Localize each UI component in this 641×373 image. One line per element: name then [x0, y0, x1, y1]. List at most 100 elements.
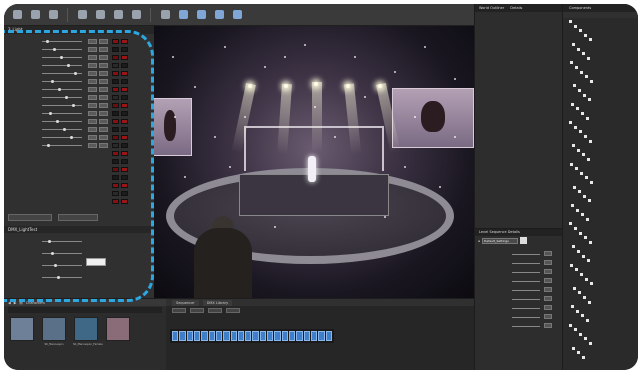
key-button[interactable]: [99, 87, 108, 92]
keyframe[interactable]: [230, 331, 237, 341]
slider-handle[interactable]: [74, 72, 77, 75]
setting-button[interactable]: [544, 287, 552, 292]
slider-handle[interactable]: [47, 144, 50, 147]
tree-row[interactable]: [574, 328, 578, 332]
keyframe[interactable]: [281, 331, 288, 341]
keyframe[interactable]: [318, 331, 325, 341]
tree-row[interactable]: [572, 346, 576, 351]
reset-button[interactable]: [88, 95, 97, 100]
tree-row[interactable]: [579, 332, 583, 337]
tree-row[interactable]: [586, 217, 590, 222]
tree-row[interactable]: [588, 199, 592, 203]
slider-handle[interactable]: [72, 104, 75, 107]
color-swatch[interactable]: [112, 39, 119, 44]
outliner-search-input[interactable]: [481, 15, 556, 20]
property-slider[interactable]: [42, 264, 82, 267]
color-swatch[interactable]: [121, 143, 128, 148]
slider-handle[interactable]: [48, 240, 51, 243]
level-viewport[interactable]: [154, 26, 474, 298]
tree-row[interactable]: [570, 162, 574, 167]
tree-row[interactable]: [589, 342, 593, 346]
keyframe[interactable]: [193, 331, 201, 341]
tree-row[interactable]: [590, 282, 594, 286]
tree-row[interactable]: [571, 204, 575, 208]
asset-thumbnail[interactable]: [106, 317, 130, 341]
color-swatch[interactable]: [121, 71, 128, 76]
keyframe[interactable]: [252, 331, 259, 341]
color-swatch[interactable]: [112, 103, 119, 108]
tree-row[interactable]: [570, 263, 574, 268]
reset-button[interactable]: [88, 39, 97, 44]
color-swatch[interactable]: [121, 39, 128, 44]
color-swatch[interactable]: [121, 159, 128, 164]
color-swatch[interactable]: [121, 119, 128, 124]
tree-row[interactable]: [587, 158, 591, 162]
reset-button[interactable]: [88, 63, 97, 68]
key-button[interactable]: [99, 71, 108, 76]
color-swatch[interactable]: [121, 199, 128, 204]
reset-button[interactable]: [88, 135, 97, 140]
tree-row[interactable]: [577, 351, 581, 355]
reset-button[interactable]: [88, 55, 97, 60]
key-button[interactable]: [99, 39, 108, 44]
tree-row[interactable]: [579, 130, 583, 134]
keyframe[interactable]: [259, 331, 267, 341]
color-swatch[interactable]: [121, 87, 128, 92]
tree-row[interactable]: [580, 70, 584, 75]
color-swatch[interactable]: [112, 183, 119, 188]
tree-row[interactable]: [572, 144, 576, 148]
tree-row[interactable]: [589, 240, 593, 245]
key-button[interactable]: [99, 135, 108, 140]
tree-row[interactable]: [573, 84, 577, 88]
launch-button[interactable]: [230, 6, 244, 24]
property-slider[interactable]: [42, 88, 82, 91]
slider-handle[interactable]: [51, 80, 54, 83]
slider-handle[interactable]: [53, 48, 56, 51]
color-swatch[interactable]: [112, 191, 119, 196]
color-swatch[interactable]: [112, 135, 119, 140]
pause-button[interactable]: [194, 6, 208, 24]
tree-row[interactable]: [588, 98, 592, 102]
tree-row[interactable]: [586, 319, 590, 323]
source-control-button[interactable]: [28, 6, 42, 24]
setting-slider[interactable]: [512, 299, 540, 300]
settings-button[interactable]: [93, 6, 107, 24]
slider-handle[interactable]: [56, 120, 59, 123]
key-button[interactable]: [99, 127, 108, 132]
slider-handle[interactable]: [58, 88, 61, 91]
color-swatch[interactable]: [112, 63, 119, 68]
settings-combo[interactable]: Default_Settings: [482, 237, 519, 244]
tree-row[interactable]: [574, 24, 578, 29]
keyframe[interactable]: [303, 331, 310, 341]
property-slider[interactable]: [42, 252, 82, 255]
setting-button[interactable]: [544, 251, 552, 256]
property-slider[interactable]: [42, 136, 82, 139]
reset-button[interactable]: [88, 119, 97, 124]
color-swatch[interactable]: [112, 71, 119, 76]
tree-row[interactable]: [587, 56, 591, 61]
color-swatch[interactable]: [112, 199, 119, 204]
color-swatch[interactable]: [112, 159, 119, 164]
keyframe[interactable]: [208, 331, 215, 341]
tree-row[interactable]: [575, 268, 579, 272]
tree-row[interactable]: [581, 213, 585, 217]
key-button[interactable]: [99, 95, 108, 100]
tree-row[interactable]: [582, 355, 586, 360]
tree-row[interactable]: [588, 300, 592, 305]
tree-row[interactable]: [585, 75, 589, 79]
property-slider[interactable]: [42, 128, 82, 131]
color-swatch[interactable]: [112, 175, 119, 180]
tree-row[interactable]: [578, 190, 582, 194]
keyframe[interactable]: [237, 331, 245, 341]
tree-row[interactable]: [573, 185, 577, 190]
material-dropdown[interactable]: [58, 214, 98, 221]
setting-button[interactable]: [544, 269, 552, 274]
color-swatch[interactable]: [112, 55, 119, 60]
key-button[interactable]: [99, 79, 108, 84]
tree-row[interactable]: [577, 47, 581, 52]
color-swatch[interactable]: [121, 47, 128, 52]
setting-slider[interactable]: [512, 317, 540, 318]
tree-row[interactable]: [579, 231, 583, 236]
forward-icon[interactable]: ▶: [14, 301, 17, 305]
setting-slider[interactable]: [512, 263, 540, 264]
